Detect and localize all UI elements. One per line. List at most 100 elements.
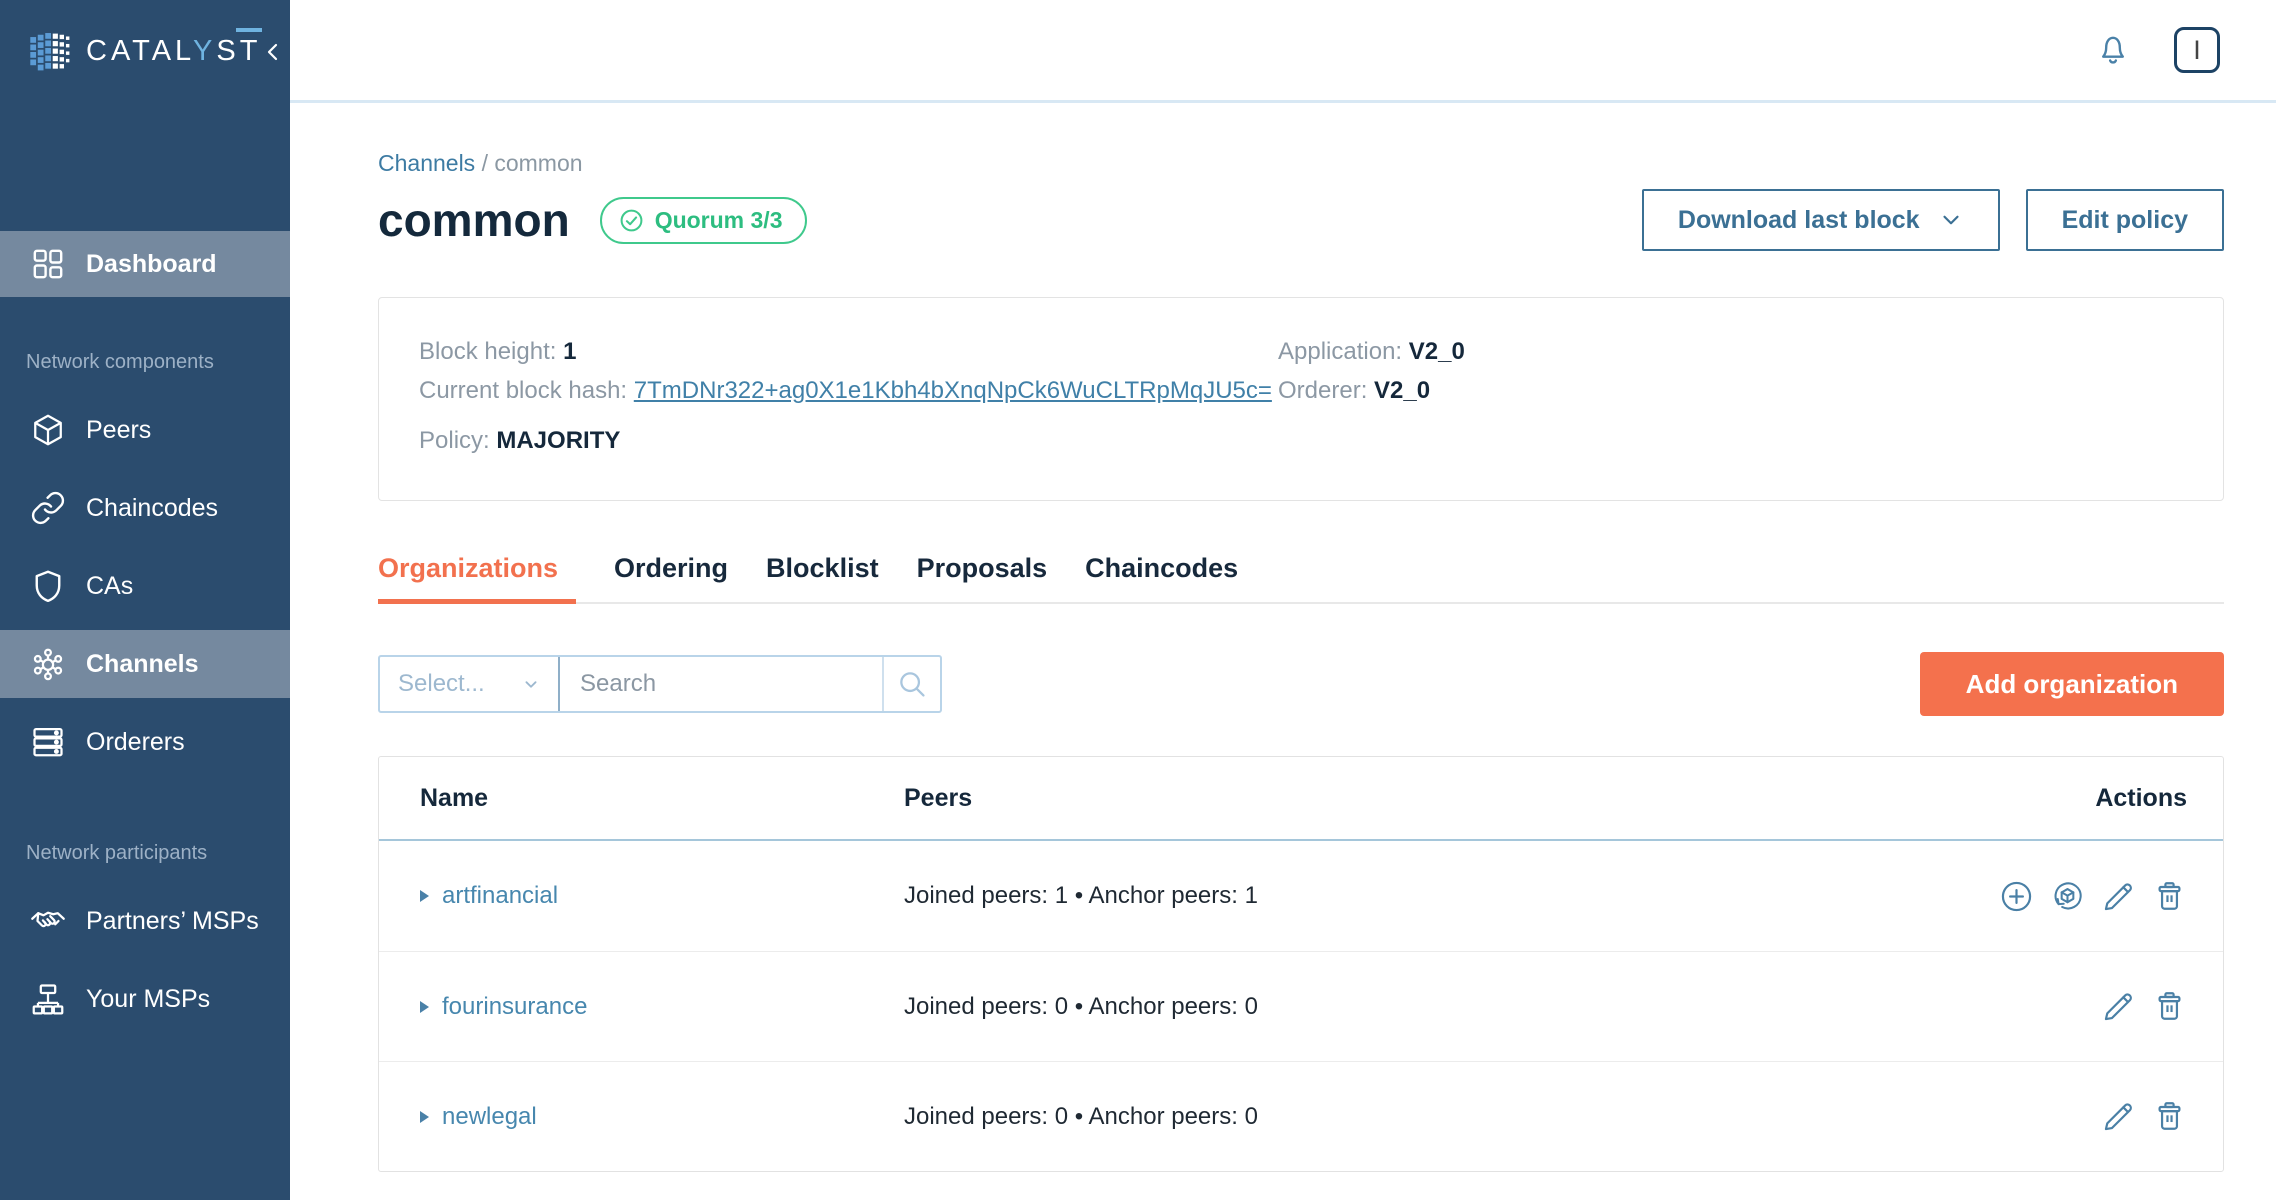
expand-triangle-icon[interactable] xyxy=(420,1111,429,1123)
sidebar-item-label: Your MSPs xyxy=(86,985,210,1014)
avatar-initial: I xyxy=(2193,35,2201,66)
handshake-icon xyxy=(30,903,66,939)
catalyst-logo-icon xyxy=(28,29,74,75)
sidebar-item-label: Chaincodes xyxy=(86,494,218,523)
sidebar-item-your-msps[interactable]: Your MSPs xyxy=(0,965,290,1033)
expand-triangle-icon[interactable] xyxy=(420,890,429,902)
main-content: Channels / common common Quorum 3/3 Down… xyxy=(290,106,2276,1200)
sidebar-collapse-icon[interactable] xyxy=(261,37,285,67)
logo-row: CATALYST xyxy=(0,0,290,103)
channel-info-panel: Block height: 1 Current block hash: 7TmD… xyxy=(378,297,2224,501)
sidebar-item-cas[interactable]: CAs xyxy=(0,552,290,620)
table-row: fourinsurance Joined peers: 0 • Anchor p… xyxy=(379,951,2223,1061)
edit-pencil-icon[interactable] xyxy=(2101,989,2136,1024)
add-peer-icon[interactable] xyxy=(1999,879,2034,914)
current-block-hash-link[interactable]: 7TmDNr322+ag0X1e1Kbh4bXnqNpCk6WuCLTRpMqJ… xyxy=(634,377,1272,404)
dashboard-icon xyxy=(30,246,66,282)
tab-proposals[interactable]: Proposals xyxy=(917,553,1048,602)
org-link-artfinancial[interactable]: artfinancial xyxy=(442,882,558,910)
cube-icon xyxy=(30,412,66,448)
check-circle-icon xyxy=(618,207,645,234)
tab-chaincodes[interactable]: Chaincodes xyxy=(1085,553,1238,602)
tab-blocklist[interactable]: Blocklist xyxy=(766,553,879,602)
sidebar-item-peers[interactable]: Peers xyxy=(0,396,290,464)
row-actions xyxy=(2101,989,2187,1024)
search-input[interactable] xyxy=(560,657,882,711)
sidebar-item-label: Partners’ MSPs xyxy=(86,907,259,936)
download-last-block-button[interactable]: Download last block xyxy=(1642,189,2000,251)
search-filter-control: Select... xyxy=(378,655,942,713)
peers-summary: Joined peers: 1 • Anchor peers: 1 xyxy=(904,882,1999,910)
channel-info-right: Application: V2_0 Orderer: V2_0 xyxy=(1278,332,2183,460)
redeploy-cube-icon[interactable] xyxy=(2050,879,2085,914)
add-organization-button[interactable]: Add organization xyxy=(1920,652,2224,716)
edit-policy-button[interactable]: Edit policy xyxy=(2026,189,2224,251)
row-actions xyxy=(1999,879,2187,914)
delete-trash-icon[interactable] xyxy=(2152,989,2187,1024)
block-height-value: 1 xyxy=(563,338,576,365)
sidebar-section-participants: Network participants xyxy=(26,842,290,865)
chain-link-icon xyxy=(30,490,66,526)
breadcrumb-separator: / xyxy=(482,150,495,176)
hub-icon xyxy=(30,646,66,682)
table-row: artfinancial Joined peers: 1 • Anchor pe… xyxy=(379,841,2223,951)
user-avatar[interactable]: I xyxy=(2174,27,2220,73)
chevron-down-icon xyxy=(520,673,542,695)
sidebar-item-chaincodes[interactable]: Chaincodes xyxy=(0,474,290,542)
organizations-table: Name Peers Actions artfinancial Joined p… xyxy=(378,756,2224,1172)
column-header-name: Name xyxy=(420,784,904,813)
download-last-block-label: Download last block xyxy=(1678,206,1920,235)
application-line: Application: V2_0 xyxy=(1278,332,2183,371)
policy-value: MAJORITY xyxy=(496,427,620,454)
breadcrumb-channels-link[interactable]: Channels xyxy=(378,150,475,176)
expand-triangle-icon[interactable] xyxy=(420,1001,429,1013)
edit-pencil-icon[interactable] xyxy=(2101,879,2136,914)
breadcrumb: Channels / common xyxy=(378,150,2224,177)
topbar: I xyxy=(290,0,2276,103)
block-hash-line: Current block hash: 7TmDNr322+ag0X1e1Kbh… xyxy=(419,371,1278,410)
sidebar-item-orderers[interactable]: Orderers xyxy=(0,708,290,776)
search-icon[interactable] xyxy=(884,657,940,711)
page-title: common xyxy=(378,193,570,247)
brand-name: CATALYST xyxy=(86,35,261,68)
orderer-value: V2_0 xyxy=(1374,377,1430,404)
org-chart-icon xyxy=(30,981,66,1017)
sidebar-item-channels[interactable]: Channels xyxy=(0,630,290,698)
column-header-peers: Peers xyxy=(904,784,2095,813)
block-height-line: Block height: 1 xyxy=(419,332,1278,371)
tab-ordering[interactable]: Ordering xyxy=(614,553,728,602)
peers-summary: Joined peers: 0 • Anchor peers: 0 xyxy=(904,993,2101,1021)
sidebar-item-label: Channels xyxy=(86,650,199,679)
sidebar-section-components: Network components xyxy=(26,351,290,374)
chevron-down-icon xyxy=(1938,207,1964,233)
filter-select-placeholder: Select... xyxy=(398,670,485,698)
notifications-bell-icon[interactable] xyxy=(2094,31,2132,69)
org-link-fourinsurance[interactable]: fourinsurance xyxy=(442,993,587,1021)
column-header-actions: Actions xyxy=(2095,784,2187,813)
channel-tabs: Organizations Ordering Blocklist Proposa… xyxy=(378,553,2224,604)
delete-trash-icon[interactable] xyxy=(2152,1099,2187,1134)
sidebar: CATALYST Dashboard Network components Pe… xyxy=(0,0,290,1200)
peers-summary: Joined peers: 0 • Anchor peers: 0 xyxy=(904,1103,2101,1131)
delete-trash-icon[interactable] xyxy=(2152,879,2187,914)
table-row: newlegal Joined peers: 0 • Anchor peers:… xyxy=(379,1061,2223,1171)
application-value: V2_0 xyxy=(1409,338,1465,365)
tab-organizations[interactable]: Organizations xyxy=(378,553,576,604)
sidebar-item-dashboard[interactable]: Dashboard xyxy=(0,231,290,297)
title-row: common Quorum 3/3 Download last block Ed… xyxy=(378,189,2224,251)
filter-row: Select... Add organization xyxy=(378,652,2224,716)
shield-icon xyxy=(30,568,66,604)
server-stack-icon xyxy=(30,724,66,760)
sidebar-item-label: CAs xyxy=(86,572,133,601)
filter-select[interactable]: Select... xyxy=(380,657,558,711)
table-header-row: Name Peers Actions xyxy=(379,757,2223,841)
quorum-status-badge: Quorum 3/3 xyxy=(600,197,807,244)
edit-policy-label: Edit policy xyxy=(2062,206,2188,235)
org-link-newlegal[interactable]: newlegal xyxy=(442,1103,537,1131)
quorum-badge-label: Quorum 3/3 xyxy=(655,207,783,234)
sidebar-item-partners-msps[interactable]: Partners’ MSPs xyxy=(0,887,290,955)
edit-pencil-icon[interactable] xyxy=(2101,1099,2136,1134)
policy-line: Policy: MAJORITY xyxy=(419,421,1278,460)
sidebar-item-label: Dashboard xyxy=(86,250,217,279)
sidebar-item-label: Orderers xyxy=(86,728,185,757)
